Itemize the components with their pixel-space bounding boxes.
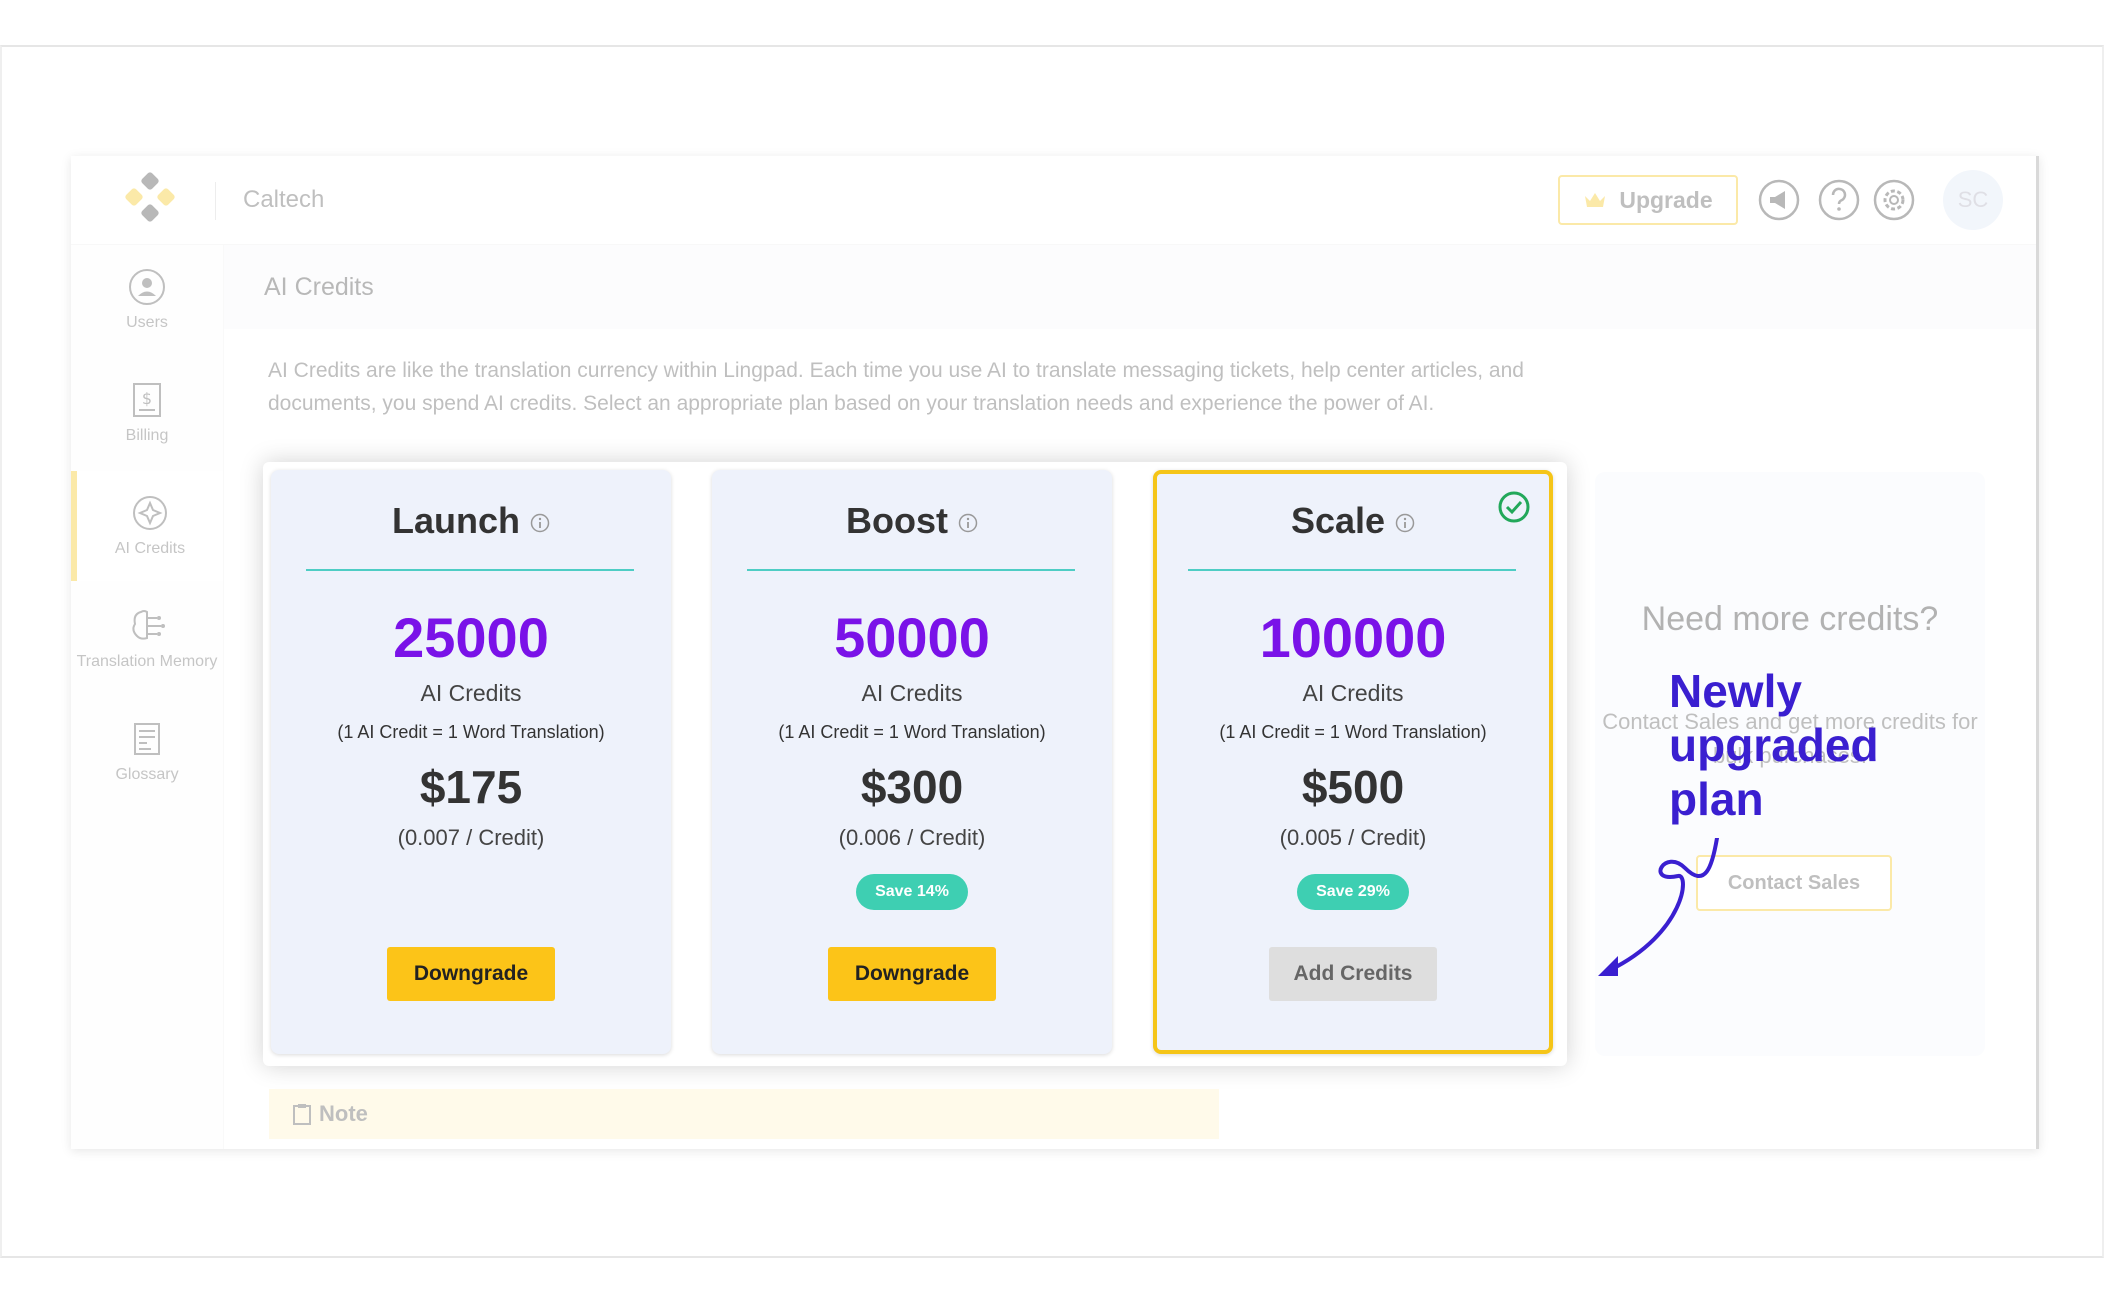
plan-card-scale: Scale 100000 AI Credits (1 AI Credit = 1… bbox=[1153, 470, 1553, 1054]
plan-name: Boost bbox=[846, 500, 948, 541]
plan-rate: (0.006 / Credit) bbox=[838, 825, 986, 850]
plan-divider bbox=[747, 569, 1075, 571]
sidebar-item-label: Translation Memory bbox=[76, 653, 218, 670]
billing-icon: $ bbox=[133, 383, 161, 417]
plan-name: Scale bbox=[1290, 500, 1386, 541]
org-name[interactable]: Caltech bbox=[243, 186, 324, 214]
sidebar-item-label: Glossary bbox=[115, 766, 179, 783]
plan-name: Launch bbox=[391, 500, 520, 541]
plan-credits: 100000 bbox=[1259, 606, 1447, 669]
plan-unit: AI Credits bbox=[1302, 680, 1404, 706]
plan-unit: AI Credits bbox=[420, 680, 522, 706]
plan-unit: AI Credits bbox=[861, 680, 963, 706]
sidebar-item-glossary[interactable]: Glossary bbox=[71, 697, 223, 807]
plan-title: Scale bbox=[1157, 500, 1549, 542]
sidebar-item-billing[interactable]: $ Billing bbox=[71, 358, 223, 468]
top-bar: Caltech Upgrade SC bbox=[71, 156, 2036, 245]
sidebar-item-label: Billing bbox=[125, 427, 169, 444]
plan-title: Boost bbox=[712, 500, 1112, 542]
page-header: AI Credits bbox=[224, 245, 2036, 329]
plan-credits: 50000 bbox=[834, 606, 990, 669]
upgrade-button[interactable]: Upgrade bbox=[1558, 175, 1738, 225]
translation-memory-icon bbox=[132, 610, 165, 640]
plan-rate: (0.005 / Credit) bbox=[1279, 825, 1427, 850]
help-icon[interactable] bbox=[1817, 178, 1861, 222]
upgrade-label: Upgrade bbox=[1619, 186, 1713, 213]
crown-icon bbox=[1585, 193, 1606, 207]
plan-credits: 25000 bbox=[393, 606, 549, 669]
page-title: AI Credits bbox=[264, 273, 374, 301]
plans-panel: Launch 25000 AI Credits (1 AI Credit = 1… bbox=[263, 462, 1567, 1066]
settings-gear-icon[interactable] bbox=[1872, 178, 1916, 222]
info-icon[interactable] bbox=[958, 513, 978, 533]
plan-divider bbox=[306, 569, 634, 571]
plan-card-boost: Boost 50000 AI Credits (1 AI Credit = 1 … bbox=[712, 470, 1112, 1054]
sidebar-item-ai-credits[interactable]: AI Credits bbox=[71, 471, 223, 581]
downgrade-button[interactable]: Downgrade bbox=[828, 947, 996, 1001]
sidebar-item-translation-memory[interactable]: Translation Memory bbox=[71, 584, 223, 694]
clipboard-icon bbox=[293, 1104, 311, 1125]
sidebar-item-label: AI Credits bbox=[114, 540, 186, 557]
topbar-divider bbox=[215, 182, 216, 220]
plan-divider bbox=[1188, 569, 1516, 571]
glossary-icon bbox=[134, 723, 160, 755]
page-description: AI Credits are like the translation curr… bbox=[268, 359, 1524, 415]
info-icon[interactable] bbox=[1395, 513, 1415, 533]
sidebar: Users $ Billing AI Credits Translation M… bbox=[71, 245, 224, 1149]
sidebar-item-label: Users bbox=[126, 314, 168, 331]
add-credits-button[interactable]: Add Credits bbox=[1269, 947, 1437, 1001]
note-bar: Note bbox=[269, 1089, 1219, 1139]
user-circle-icon bbox=[129, 269, 165, 305]
save-badge: Save 29% bbox=[1297, 874, 1409, 910]
plan-card-launch: Launch 25000 AI Credits (1 AI Credit = 1… bbox=[271, 470, 671, 1054]
announcement-icon[interactable] bbox=[1757, 178, 1801, 222]
plan-price: $500 bbox=[1301, 761, 1405, 813]
plan-price: $175 bbox=[419, 761, 523, 813]
annotation-label: Newly upgraded plan bbox=[1669, 665, 1879, 825]
info-icon[interactable] bbox=[530, 513, 550, 533]
avatar[interactable]: SC bbox=[1943, 170, 2003, 230]
plan-conversion-note: (1 AI Credit = 1 Word Translation) bbox=[337, 722, 605, 742]
plan-title: Launch bbox=[271, 500, 671, 542]
save-badge: Save 14% bbox=[856, 874, 968, 910]
plan-conversion-note: (1 AI Credit = 1 Word Translation) bbox=[778, 722, 1046, 742]
sidebar-item-users[interactable]: Users bbox=[71, 245, 223, 355]
downgrade-button[interactable]: Downgrade bbox=[387, 947, 555, 1001]
svg-text:$: $ bbox=[142, 389, 152, 408]
ai-credits-icon bbox=[133, 496, 167, 530]
plan-rate: (0.007 / Credit) bbox=[397, 825, 545, 850]
enterprise-title: Need more credits? bbox=[1641, 600, 1939, 638]
note-label: Note bbox=[319, 1101, 368, 1126]
plan-price: $300 bbox=[860, 761, 964, 813]
plan-conversion-note: (1 AI Credit = 1 Word Translation) bbox=[1219, 722, 1487, 742]
annotation-arrow-icon bbox=[1598, 838, 1719, 976]
lingpad-logo-icon bbox=[125, 172, 175, 222]
